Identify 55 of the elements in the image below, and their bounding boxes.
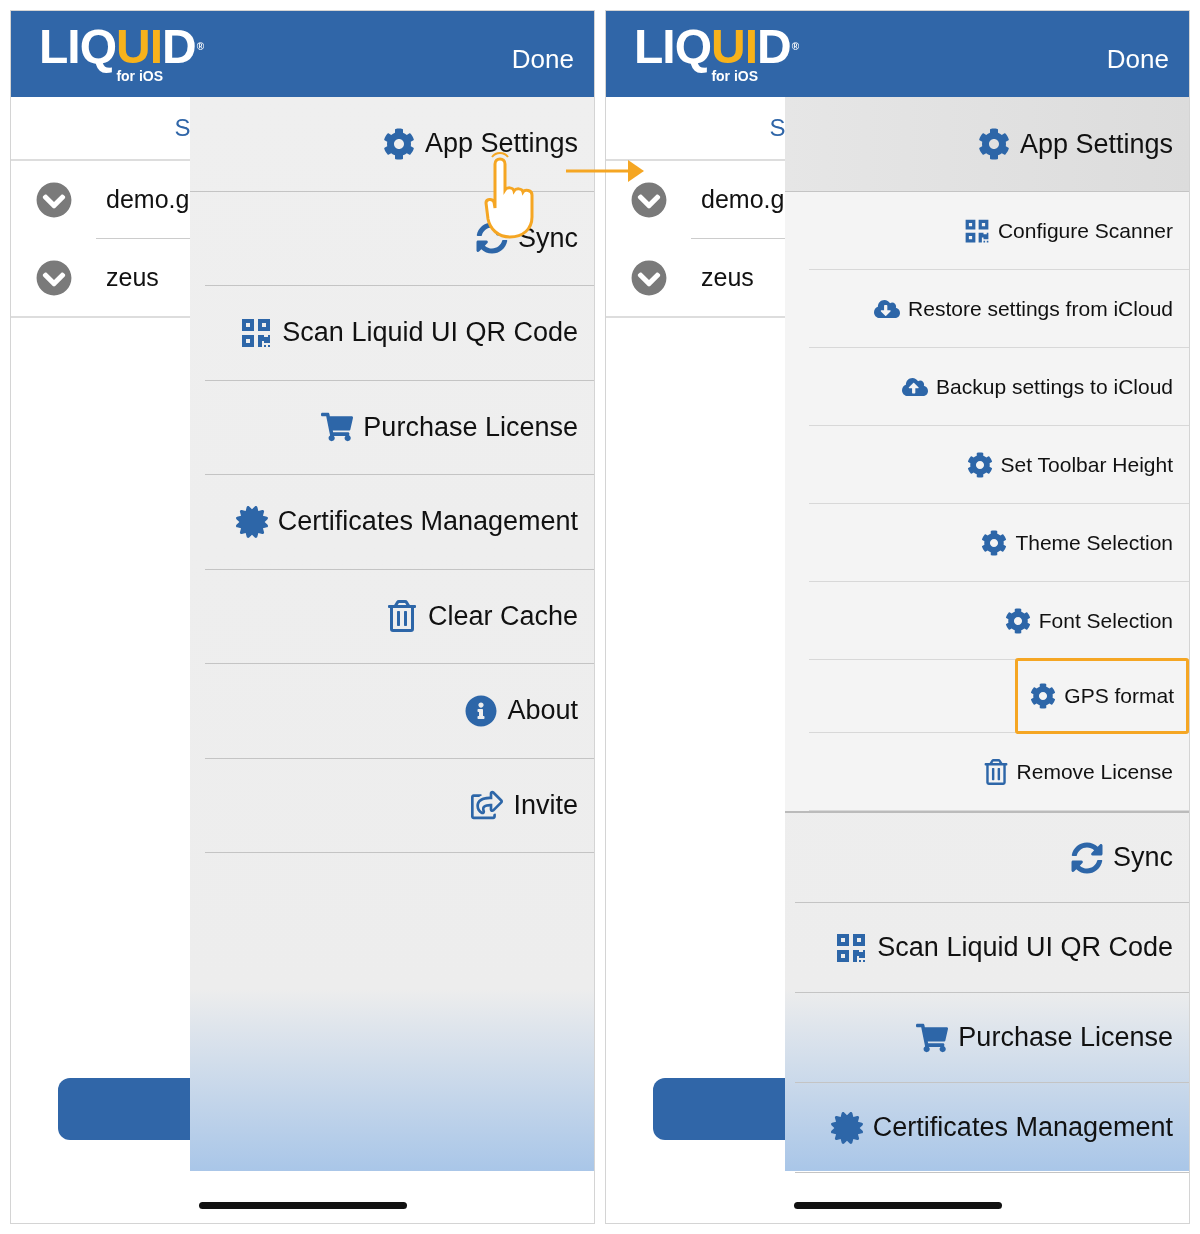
chevron-down-icon bbox=[631, 181, 667, 218]
chevron-down-icon bbox=[36, 259, 72, 296]
cart-icon bbox=[916, 1021, 949, 1054]
action-button[interactable] bbox=[653, 1078, 786, 1140]
menu-item[interactable]: Purchase License bbox=[205, 380, 594, 475]
submenu-item[interactable]: GPS format bbox=[1015, 658, 1189, 734]
menu-item[interactable]: Invite bbox=[205, 758, 594, 853]
trash-icon bbox=[385, 600, 418, 633]
menu-item[interactable]: Clear Cache bbox=[205, 569, 594, 664]
submenu-item[interactable]: Restore settings from iCloud bbox=[858, 295, 1189, 322]
share-icon bbox=[471, 789, 504, 822]
menu-item[interactable]: App Settings bbox=[785, 97, 1189, 192]
gear-icon bbox=[1030, 683, 1057, 709]
gear-icon bbox=[966, 451, 993, 478]
submenu-item[interactable]: Backup settings to iCloud bbox=[886, 373, 1189, 400]
qr-code-icon bbox=[240, 316, 273, 349]
menu-item[interactable]: Certificates Management bbox=[795, 1083, 1189, 1173]
server-name: zeus bbox=[701, 263, 754, 292]
server-row[interactable]: demo.g bbox=[96, 161, 191, 239]
menu-item[interactable]: Scan Liquid UI QR Code bbox=[205, 286, 594, 381]
menu-item[interactable]: Sync bbox=[795, 813, 1189, 903]
badge-icon bbox=[235, 505, 268, 538]
logo: LIQUID® for iOS bbox=[39, 25, 204, 83]
menu-item[interactable]: Certificates Management bbox=[205, 475, 594, 570]
menu-item[interactable]: Scan Liquid UI QR Code bbox=[795, 903, 1189, 993]
list-heading: S bbox=[174, 114, 191, 142]
qr-code-icon bbox=[835, 931, 868, 964]
trash-icon bbox=[982, 758, 1009, 785]
gear-icon bbox=[981, 529, 1008, 556]
chevron-down-icon bbox=[631, 259, 667, 296]
done-button[interactable]: Done bbox=[507, 39, 578, 79]
submenu-item[interactable]: Configure Scanner bbox=[947, 217, 1189, 244]
gear-icon bbox=[382, 127, 415, 160]
arrow-icon bbox=[566, 158, 644, 184]
chevron-down-icon bbox=[36, 181, 72, 218]
server-name: demo.g bbox=[106, 185, 190, 214]
menu-item[interactable]: Purchase License bbox=[795, 993, 1189, 1083]
submenu-item[interactable]: Font Selection bbox=[988, 607, 1189, 634]
qr-code-icon bbox=[963, 217, 990, 244]
info-icon bbox=[465, 694, 498, 727]
gear-icon bbox=[977, 128, 1010, 160]
done-button[interactable]: Done bbox=[1102, 39, 1173, 79]
action-button[interactable] bbox=[58, 1078, 191, 1140]
list-heading: S bbox=[769, 114, 786, 142]
submenu-item[interactable]: Remove License bbox=[966, 758, 1189, 785]
menu-item[interactable]: About bbox=[205, 664, 594, 759]
gear-icon bbox=[1004, 607, 1031, 634]
badge-icon bbox=[830, 1111, 863, 1144]
logo: LIQUID® for iOS bbox=[634, 25, 799, 83]
server-name: zeus bbox=[106, 263, 159, 292]
sync-icon bbox=[1070, 841, 1103, 874]
cart-icon bbox=[321, 411, 354, 444]
server-name: demo.g bbox=[701, 185, 785, 214]
submenu-item[interactable]: Theme Selection bbox=[965, 529, 1189, 556]
submenu-item[interactable]: Set Toolbar Height bbox=[950, 451, 1189, 478]
